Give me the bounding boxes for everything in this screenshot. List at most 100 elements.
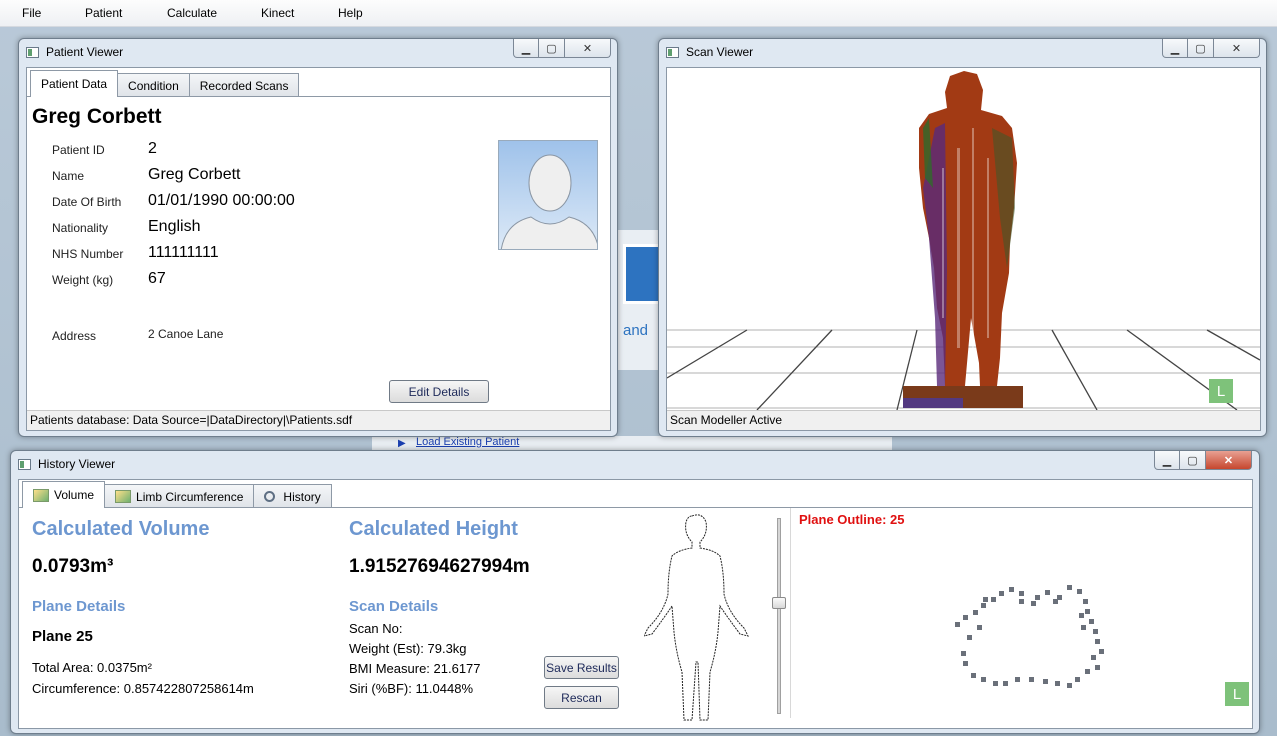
outline-point: [1077, 589, 1082, 594]
scan-viewer-titlebar[interactable]: Scan Viewer ▁ ▢ ✕: [659, 39, 1266, 65]
tab-volume[interactable]: Volume: [22, 481, 106, 508]
outline-point: [977, 625, 982, 630]
outline-point: [1045, 590, 1050, 595]
nationality-label: Nationality: [52, 221, 109, 235]
nhs-number-label: NHS Number: [52, 247, 124, 261]
weight-label: Weight (kg): [52, 273, 114, 287]
outline-point: [1075, 677, 1080, 682]
outline-point: [961, 651, 966, 656]
save-results-button[interactable]: Save Results: [544, 656, 619, 679]
menu-file[interactable]: File: [22, 6, 41, 20]
tab-divider: [19, 507, 1252, 508]
plane-slider-thumb[interactable]: [772, 597, 786, 609]
edit-details-button[interactable]: Edit Details: [389, 380, 489, 403]
name-value: Greg Corbett: [148, 166, 241, 183]
maximize-button[interactable]: ▢: [1180, 451, 1206, 470]
plane-outline-title: Plane Outline: 25: [799, 512, 905, 527]
menu-kinect[interactable]: Kinect: [261, 6, 294, 20]
menu-patient[interactable]: Patient: [85, 6, 122, 20]
tab-history-label: History: [283, 489, 321, 504]
tab-history[interactable]: History: [253, 484, 332, 508]
outline-point: [991, 597, 996, 602]
rescan-button[interactable]: Rescan: [544, 686, 619, 709]
outline-point: [1019, 591, 1024, 596]
scan-number: Scan No:: [349, 621, 403, 636]
outline-point: [1099, 649, 1104, 654]
calculated-volume-heading: Calculated Volume: [32, 518, 210, 540]
outline-point: [981, 677, 986, 682]
calculated-volume-value: 0.0793m³: [32, 556, 114, 577]
outline-point: [981, 603, 986, 608]
minimize-button[interactable]: ▁: [513, 39, 539, 58]
address-value: 2 Canoe Lane: [148, 327, 224, 341]
address-label: Address: [52, 329, 97, 343]
arrow-icon: ▶: [398, 438, 406, 449]
maximize-button[interactable]: ▢: [1188, 39, 1214, 58]
limb-chart-icon: [115, 490, 132, 503]
outline-point: [1029, 677, 1034, 682]
tab-volume-label: Volume: [54, 488, 95, 502]
scan-status-bar: Scan Modeller Active: [667, 410, 1260, 430]
patient-viewer-window: Patient Viewer ▁ ▢ ✕ Patient Data Condit…: [18, 38, 618, 437]
outline-point: [955, 622, 960, 627]
outline-point: [1067, 585, 1072, 590]
window-title: History Viewer: [38, 457, 116, 471]
plane-slider-track[interactable]: [777, 518, 781, 714]
menu-calculate[interactable]: Calculate: [167, 6, 217, 20]
outline-point: [993, 681, 998, 686]
outline-point: [1085, 609, 1090, 614]
outline-point: [1067, 683, 1072, 688]
history-viewer-titlebar[interactable]: History Viewer ▁ ▢ ✕: [11, 451, 1259, 477]
scan-details-heading: Scan Details: [349, 598, 439, 615]
orientation-badge: L: [1209, 379, 1233, 403]
window-icon: [26, 47, 39, 58]
close-button[interactable]: ✕: [565, 39, 611, 58]
avatar-placeholder-icon: [500, 154, 597, 249]
window-title: Scan Viewer: [686, 45, 754, 59]
circumference: Circumference: 0.857422807258614m: [32, 681, 254, 696]
tab-condition[interactable]: Condition: [117, 73, 190, 97]
weight-value: 67: [148, 270, 166, 287]
scan-3d-view[interactable]: L: [667, 68, 1260, 410]
tab-recorded-scans[interactable]: Recorded Scans: [188, 73, 300, 97]
siri-body-fat: Siri (%BF): 11.0448%: [349, 681, 474, 696]
outline-point: [983, 597, 988, 602]
close-button[interactable]: ✕: [1206, 451, 1252, 470]
minimize-button[interactable]: ▁: [1162, 39, 1188, 58]
patient-photo: [498, 140, 598, 250]
load-existing-patient-link[interactable]: Load Existing Patient: [416, 436, 519, 448]
outline-point: [1009, 587, 1014, 592]
body-outline-diagram: [644, 514, 749, 721]
outline-point: [967, 635, 972, 640]
scan-viewer-client: L Scan Modeller Active: [666, 67, 1261, 431]
outline-point: [971, 673, 976, 678]
patient-tabs: Patient Data Condition Recorded Scans: [30, 70, 300, 97]
menu-bar: File Patient Calculate Kinect Help: [0, 0, 1277, 27]
outline-point: [1083, 599, 1088, 604]
outline-point: [1003, 681, 1008, 686]
tab-patient-data[interactable]: Patient Data: [30, 70, 119, 97]
outline-point: [1089, 619, 1094, 624]
patient-viewer-titlebar[interactable]: Patient Viewer ▁ ▢ ✕: [19, 39, 617, 65]
menu-help[interactable]: Help: [338, 6, 363, 20]
history-viewer-window: History Viewer ▁ ▢ ✕ Volume Limb Circumf…: [10, 450, 1260, 734]
dob-value: 01/01/1990 00:00:00: [148, 192, 295, 209]
minimize-button[interactable]: ▁: [1154, 451, 1180, 470]
name-label: Name: [52, 169, 85, 183]
close-button[interactable]: ✕: [1214, 39, 1260, 58]
outline-point: [1031, 601, 1036, 606]
maximize-button[interactable]: ▢: [539, 39, 565, 58]
tab-limb-circumference-label: Limb Circumference: [136, 489, 244, 504]
background-text: and: [623, 322, 649, 339]
outline-point: [1085, 669, 1090, 674]
bmi-measure: BMI Measure: 21.6177: [349, 661, 481, 676]
tab-limb-circumference[interactable]: Limb Circumference: [104, 484, 255, 508]
volume-chart-icon: [33, 488, 49, 502]
outline-point: [1015, 677, 1020, 682]
scan-viewer-window: Scan Viewer ▁ ▢ ✕ L Scan Modeller Active: [658, 38, 1267, 437]
outline-point: [1093, 629, 1098, 634]
patient-id-value: 2: [148, 140, 157, 157]
window-icon: [18, 459, 31, 470]
history-tabs: Volume Limb Circumference History: [22, 481, 332, 508]
calculated-height-heading: Calculated Height: [349, 518, 518, 540]
